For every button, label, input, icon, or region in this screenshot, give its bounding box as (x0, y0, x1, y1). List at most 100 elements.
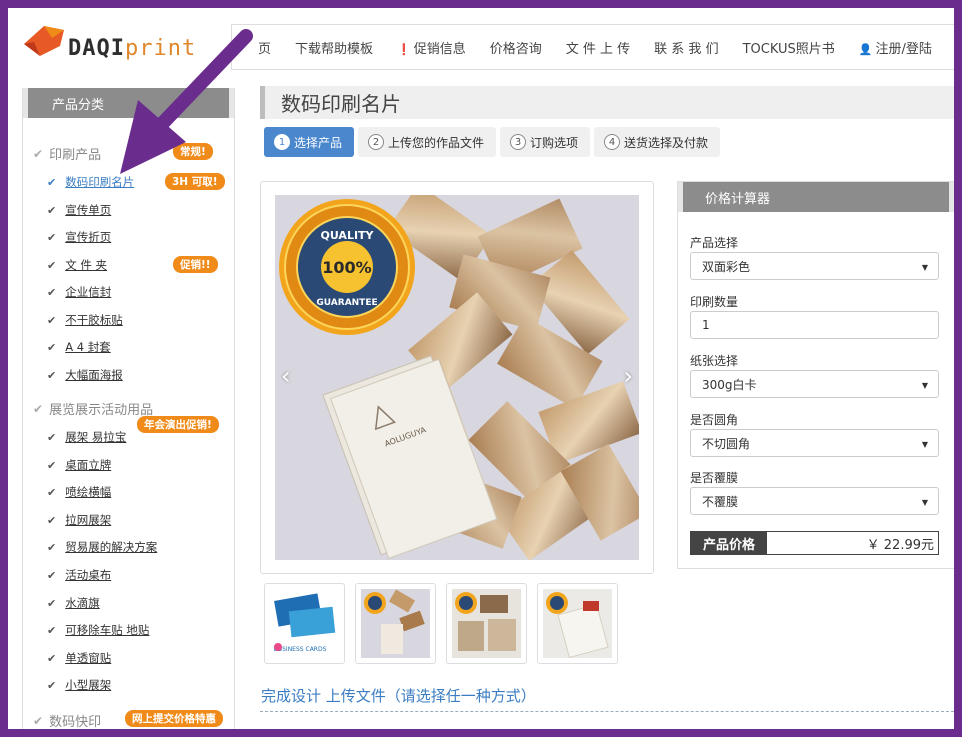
check-icon: ✔ (47, 623, 57, 637)
nav-login[interactable]: 👤 注册/登陆 (847, 38, 944, 57)
top-navigation: 页 下载帮助模板 ❗ 促销信息 价格咨询 文 件 上 传 联 系 我 们 TOCK… (231, 24, 954, 70)
thumbnail-3[interactable] (446, 583, 527, 664)
page-title-bar: 数码印刷名片 (260, 86, 954, 119)
svg-text:100%: 100% (322, 258, 371, 277)
quantity-input[interactable]: 1 (690, 311, 939, 339)
sidebar-item-envelopes[interactable]: ✔ 企业信封 (47, 284, 111, 300)
page-title: 数码印刷名片 (281, 92, 401, 116)
check-icon: ✔ (47, 175, 57, 189)
step-upload[interactable]: 2 上传您的作品文件 (358, 127, 497, 157)
badge-3h: 3H 可取! (165, 173, 225, 190)
sidebar-title: 产品分类 (23, 88, 234, 118)
logo[interactable]: DAQIprint (20, 22, 195, 62)
laminate-select[interactable]: 不覆膜 ▼ (690, 487, 939, 515)
check-icon: ✔ (47, 568, 57, 582)
check-icon: ✔ (47, 596, 57, 610)
sidebar-item-flag[interactable]: ✔ 水滴旗 (47, 595, 100, 611)
sidebar-item-tablecloth[interactable]: ✔ 活动桌布 (47, 567, 111, 583)
sidebar-item-banner[interactable]: ✔ 喷绘横幅 (47, 484, 111, 500)
check-icon: ✔ (47, 203, 57, 217)
check-icon: ✔ (47, 540, 57, 554)
laminate-label: 是否覆膜 (690, 471, 739, 485)
carousel-prev-icon[interactable]: ‹ (281, 362, 291, 390)
nav-upload[interactable]: 文 件 上 传 (554, 38, 642, 57)
sidebar-item-mini-stand[interactable]: ✔ 小型展架 (47, 677, 111, 693)
check-icon: ✔ (47, 340, 57, 354)
nav-pricing[interactable]: 价格咨询 (478, 38, 554, 57)
price-display: 产品价格 ￥ 22.99元 (690, 531, 939, 555)
badge-regular: 常规! (173, 143, 213, 160)
logo-mark-icon (24, 26, 64, 56)
nav-templates[interactable]: 下载帮助模板 (283, 38, 385, 57)
caret-down-icon: ▼ (921, 263, 928, 272)
sidebar-item-stickers[interactable]: ✔ 不干胶标贴 (47, 312, 123, 328)
step-delivery-payment[interactable]: 4 送货选择及付款 (594, 127, 721, 157)
sidebar-item-table-sign[interactable]: ✔ 桌面立牌 (47, 457, 111, 473)
user-icon: 👤 (858, 42, 873, 56)
sidebar-item-rollup[interactable]: ✔ 展架 易拉宝 (47, 429, 126, 445)
nav-home[interactable]: 页 (232, 38, 283, 57)
sidebar-item-posters[interactable]: ✔ 大幅面海报 (47, 367, 123, 383)
carousel-next-icon[interactable]: › (623, 362, 633, 390)
thumbnail-2[interactable] (355, 583, 436, 664)
quality-seal-icon: 100% QUALITY GUARANTEE (279, 199, 415, 335)
check-icon: ✔ (33, 401, 44, 416)
paper-label: 纸张选择 (690, 354, 739, 368)
nav-promotions[interactable]: ❗ 促销信息 (385, 38, 478, 57)
check-icon: ✔ (47, 485, 57, 499)
check-icon: ✔ (47, 458, 57, 472)
step-select-product[interactable]: 1 选择产品 (264, 127, 355, 157)
quantity-label: 印刷数量 (690, 295, 739, 309)
corner-label: 是否圆角 (690, 413, 739, 427)
thumb-photo-image (364, 589, 425, 654)
check-icon: ✔ (33, 713, 44, 728)
check-icon: ✔ (47, 651, 57, 665)
thumbnail-strip: BUSINESS CARDS (264, 583, 618, 664)
caret-down-icon: ▼ (921, 381, 928, 390)
thumb-cards-image: BUSINESS CARDS (274, 593, 336, 653)
sidebar-item-business-cards[interactable]: ✔ 数码印刷名片 (47, 174, 134, 190)
check-icon: ✔ (47, 678, 57, 692)
category-exhibition[interactable]: ✔ 展览展示活动用品 (33, 399, 153, 419)
info-icon: ❗ (397, 42, 411, 56)
product-main-image: AOLUGUYA 100% QUALITY GUARANTEE (275, 195, 639, 560)
check-icon: ✔ (47, 430, 57, 444)
section-divider (260, 711, 954, 712)
product-gallery: AOLUGUYA 100% QUALITY GUARANTEE ‹ › (260, 181, 654, 574)
nav-photobook[interactable]: TOCKUS照片书 (731, 38, 847, 57)
thumb-envelope-image (546, 592, 609, 658)
sidebar-item-a4-folder[interactable]: ✔ A 4 封套 (47, 339, 111, 355)
sidebar-item-folders[interactable]: ✔ 文 件 夹 (47, 257, 107, 273)
category-print[interactable]: ✔ 印刷产品 (33, 144, 101, 164)
sidebar-item-tradeshow[interactable]: ✔ 贸易展的解决方案 (47, 539, 157, 555)
svg-text:GUARANTEE: GUARANTEE (316, 298, 377, 308)
sidebar-item-flyers[interactable]: ✔ 宣传单页 (47, 202, 111, 218)
category-digital[interactable]: ✔ 数码快印 (33, 711, 101, 730)
check-icon: ✔ (47, 313, 57, 327)
upload-section-title: 完成设计 上传文件（请选择任一种方式） (261, 687, 536, 705)
order-steps: 1 选择产品 2 上传您的作品文件 3 订购选项 4 送货选择及付款 (264, 127, 721, 157)
paper-select[interactable]: 300g白卡 ▼ (690, 370, 939, 398)
badge-promo: 促销!! (173, 256, 218, 273)
calculator-title: 价格计算器 (678, 182, 954, 212)
thumbnail-1[interactable]: BUSINESS CARDS (264, 583, 345, 664)
badge-online: 网上提交价格特惠 (125, 710, 223, 727)
corner-select[interactable]: 不切圆角 ▼ (690, 429, 939, 457)
check-icon: ✔ (47, 258, 57, 272)
sidebar-item-brochures[interactable]: ✔ 宣传折页 (47, 229, 111, 245)
sidebar-item-window-film[interactable]: ✔ 单透窗贴 (47, 650, 111, 666)
caret-down-icon: ▼ (921, 498, 928, 507)
nav-contact[interactable]: 联 系 我 们 (642, 38, 730, 57)
product-select[interactable]: 双面彩色 ▼ (690, 252, 939, 280)
business-cards-photo: AOLUGUYA 100% QUALITY GUARANTEE (275, 195, 639, 560)
page-frame: DAQIprint 页 下载帮助模板 ❗ 促销信息 价格咨询 文 件 上 传 联 … (8, 8, 954, 729)
logo-text: DAQIprint (68, 36, 197, 61)
thumbnail-4[interactable] (537, 583, 618, 664)
check-icon: ✔ (33, 146, 44, 161)
sidebar-item-popup-stand[interactable]: ✔ 拉网展架 (47, 512, 111, 528)
check-icon: ✔ (47, 285, 57, 299)
check-icon: ✔ (47, 368, 57, 382)
step-options[interactable]: 3 订购选项 (500, 127, 591, 157)
svg-text:QUALITY: QUALITY (320, 229, 374, 242)
sidebar-item-vehicle-decal[interactable]: ✔ 可移除车贴 地贴 (47, 622, 149, 638)
